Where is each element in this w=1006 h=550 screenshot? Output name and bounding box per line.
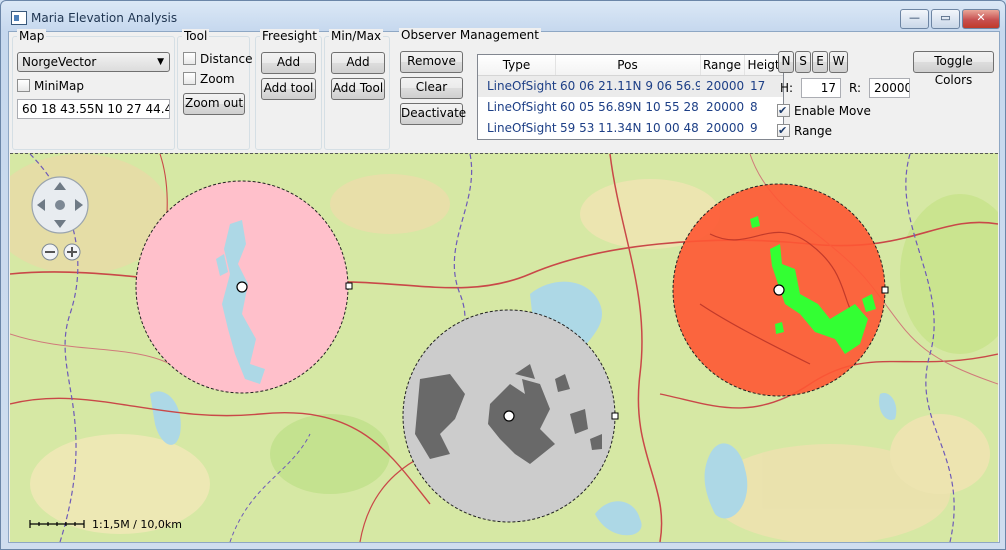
row-range: 20000 bbox=[706, 100, 745, 114]
zoom-out-icon[interactable] bbox=[41, 243, 59, 261]
map-group: Map NorgeVector ▼ MiniMap 60 18 43.55N 1… bbox=[12, 29, 175, 150]
height-field[interactable]: 17 bbox=[801, 78, 841, 98]
table-row[interactable]: LineOfSight 60 05 56.89N 10 55 28.83 200… bbox=[478, 97, 783, 118]
range-handle[interactable] bbox=[345, 282, 353, 290]
distance-label: Distance bbox=[200, 52, 253, 66]
range-handle[interactable] bbox=[881, 286, 889, 294]
row-range: 20000 bbox=[706, 121, 745, 135]
observer-marker-gray[interactable] bbox=[503, 410, 515, 422]
range-field[interactable]: 20000 bbox=[869, 78, 910, 98]
app-window: Maria Elevation Analysis — ▭ ✕ Map Norge… bbox=[0, 0, 1006, 550]
checkbox-icon bbox=[183, 72, 196, 85]
range-label: R: bbox=[849, 81, 862, 95]
observer-group-title: Observer Management bbox=[399, 28, 541, 42]
map-view[interactable]: 1:1,5M / 10,0km bbox=[10, 153, 998, 542]
minmax-add-button[interactable]: Add bbox=[331, 52, 385, 74]
enable-move-label: Enable Move bbox=[794, 104, 871, 118]
maximize-button[interactable]: ▭ bbox=[931, 9, 960, 29]
map-select-value: NorgeVector bbox=[22, 55, 97, 69]
toggle-colors-button[interactable]: Toggle Colors bbox=[913, 51, 994, 87]
tool-group-title: Tool bbox=[182, 29, 210, 43]
app-icon bbox=[11, 11, 27, 25]
minimap-label: MiniMap bbox=[34, 79, 84, 93]
freesight-add-tool-button[interactable]: Add tool bbox=[261, 78, 316, 100]
map-select[interactable]: NorgeVector ▼ bbox=[17, 52, 170, 72]
coordinate-field[interactable]: 60 18 43.55N 10 27 44.42E bbox=[17, 99, 170, 119]
column-header-pos[interactable]: Pos bbox=[555, 55, 701, 75]
window-title: Maria Elevation Analysis bbox=[31, 11, 178, 25]
range-checkbox[interactable]: Range bbox=[777, 123, 833, 140]
row-pos: 60 05 56.89N 10 55 28.83 bbox=[560, 100, 700, 114]
scale-text: 1:1,5M / 10,0km bbox=[92, 518, 182, 531]
observer-table: Type Pos Range Heigt LineOfSight 60 06 2… bbox=[477, 54, 784, 140]
minmax-group: Min/Max Add Add Tool bbox=[324, 29, 390, 150]
row-type: LineOfSight bbox=[487, 121, 557, 135]
client-area: Map NorgeVector ▼ MiniMap 60 18 43.55N 1… bbox=[8, 28, 1000, 543]
row-type: LineOfSight bbox=[487, 100, 557, 114]
map-group-title: Map bbox=[17, 29, 47, 43]
deactivate-button[interactable]: Deactivate bbox=[400, 103, 466, 125]
zoom-in-icon[interactable] bbox=[63, 243, 81, 261]
checkbox-icon bbox=[183, 52, 196, 65]
freesight-group: Freesight Add Add tool bbox=[255, 29, 322, 150]
north-button[interactable]: N bbox=[778, 51, 794, 73]
chevron-down-icon: ▼ bbox=[157, 57, 164, 67]
observer-marker-red[interactable] bbox=[773, 284, 785, 296]
zoom-out-button[interactable]: Zoom out bbox=[183, 93, 245, 115]
row-height: 17 bbox=[750, 79, 766, 93]
zoom-checkbox[interactable]: Zoom bbox=[183, 72, 235, 88]
pan-control[interactable] bbox=[31, 176, 89, 234]
minmax-add-tool-button[interactable]: Add Tool bbox=[331, 78, 385, 100]
row-type: LineOfSight bbox=[487, 79, 557, 93]
checkbox-checked-icon bbox=[777, 103, 790, 118]
observer-table-header: Type Pos Range Heigt bbox=[478, 55, 783, 76]
close-button[interactable]: ✕ bbox=[962, 9, 1000, 29]
row-height: 9 bbox=[750, 121, 758, 135]
row-range: 20000 bbox=[706, 79, 745, 93]
distance-checkbox[interactable]: Distance bbox=[183, 52, 252, 68]
row-height: 8 bbox=[750, 100, 758, 114]
east-button[interactable]: E bbox=[812, 51, 828, 73]
checkbox-checked-icon bbox=[777, 123, 790, 138]
row-pos: 60 06 21.11N 9 06 56.95E bbox=[560, 79, 700, 93]
remove-button[interactable]: Remove bbox=[400, 51, 463, 73]
west-button[interactable]: W bbox=[829, 51, 848, 73]
minimap-checkbox[interactable]: MiniMap bbox=[17, 79, 84, 95]
minimize-button[interactable]: — bbox=[900, 9, 929, 29]
range-handle[interactable] bbox=[611, 412, 619, 420]
height-label: H: bbox=[780, 81, 794, 95]
zoom-label: Zoom bbox=[200, 72, 235, 86]
tool-group: Tool Distance Zoom Zoom out bbox=[177, 29, 252, 150]
table-row[interactable]: LineOfSight 59 53 11.34N 10 00 48.60 200… bbox=[478, 118, 783, 139]
observer-marker-pink[interactable] bbox=[236, 281, 248, 293]
freesight-add-button[interactable]: Add bbox=[261, 52, 316, 74]
range-check-label: Range bbox=[794, 124, 833, 138]
minmax-group-title: Min/Max bbox=[329, 29, 384, 43]
enable-move-checkbox[interactable]: Enable Move bbox=[777, 103, 871, 120]
clear-button[interactable]: Clear bbox=[400, 77, 463, 99]
south-button[interactable]: S bbox=[795, 51, 811, 73]
checkbox-icon bbox=[17, 79, 30, 92]
column-header-type[interactable]: Type bbox=[478, 55, 556, 75]
table-row[interactable]: LineOfSight 60 06 21.11N 9 06 56.95E 200… bbox=[478, 76, 783, 97]
freesight-group-title: Freesight bbox=[260, 29, 319, 43]
row-pos: 59 53 11.34N 10 00 48.60 bbox=[560, 121, 700, 135]
column-header-range[interactable]: Range bbox=[700, 55, 745, 75]
